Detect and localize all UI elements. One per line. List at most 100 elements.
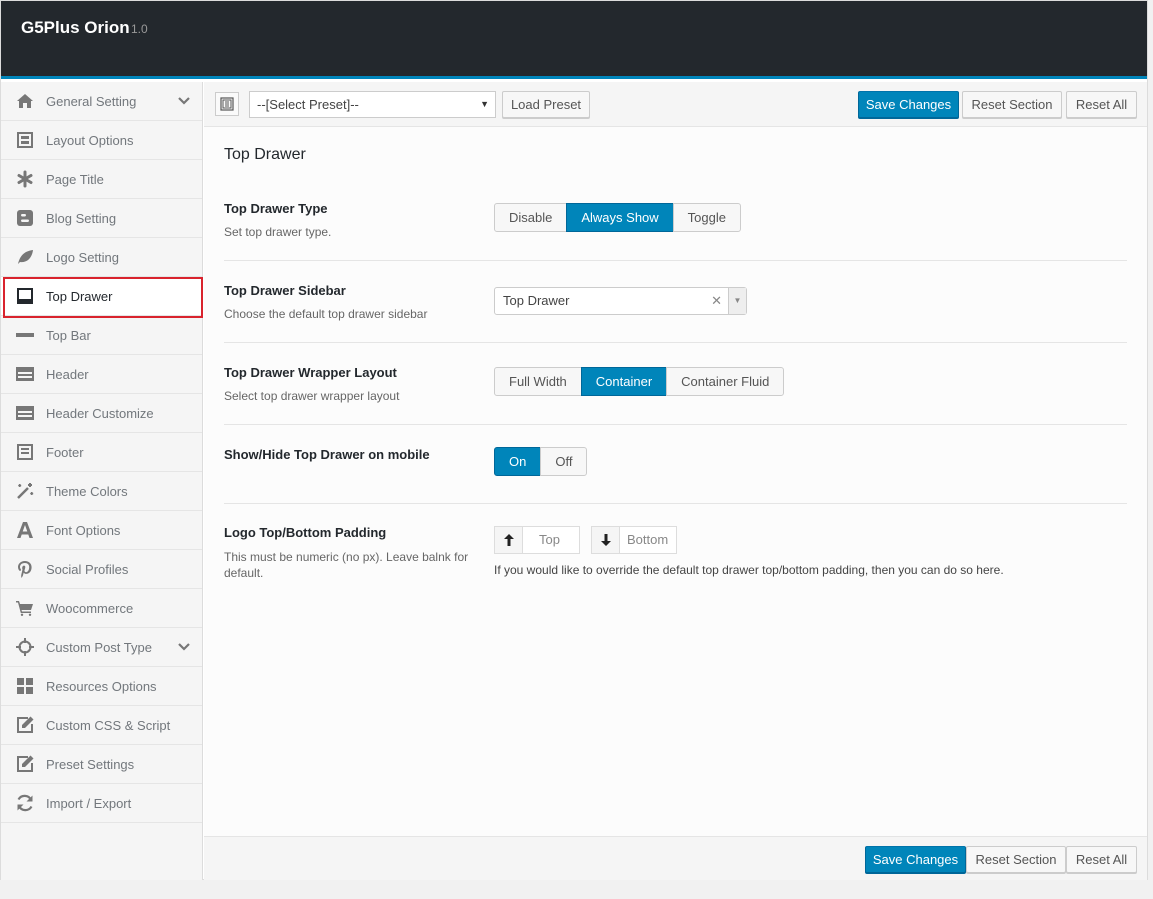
field-description: This must be numeric (no px). Leave baln… — [224, 550, 469, 580]
edit-icon — [15, 715, 35, 735]
minus-icon — [15, 325, 35, 345]
field-top-drawer-sidebar: Top Drawer Sidebar Choose the default to… — [224, 261, 1127, 343]
reset-all-button[interactable]: Reset All — [1066, 91, 1137, 118]
field-top-drawer-type: Top Drawer Type Set top drawer type. Dis… — [224, 191, 1127, 261]
reset-section-button[interactable]: Reset Section — [962, 91, 1062, 118]
sidebar-item-custom-css-script[interactable]: Custom CSS & Script — [1, 706, 202, 745]
cart-icon — [15, 598, 35, 618]
option-container[interactable]: Container — [580, 367, 668, 396]
sidebar-item-general-setting[interactable]: General Setting — [1, 82, 202, 121]
sidebar-item-label: Top Drawer — [46, 288, 113, 304]
sidebar-item-label: Page Title — [46, 171, 104, 187]
sidebar-item-top-bar[interactable]: Top Bar — [1, 316, 202, 355]
load-preset-button[interactable]: Load Preset — [502, 91, 590, 118]
footer-reset-all-button[interactable]: Reset All — [1066, 846, 1137, 873]
header-icon — [15, 364, 35, 384]
preset-icon[interactable] — [215, 92, 239, 116]
sidebar-item-label: General Setting — [46, 93, 137, 109]
select-value: Top Drawer — [503, 293, 570, 308]
sidebar-item-font-options[interactable]: Font Options — [1, 511, 202, 550]
sidebar-item-label: Logo Setting — [46, 249, 120, 265]
field-label: Top Drawer Sidebar — [224, 283, 346, 298]
padding-top-input[interactable]: Top — [494, 526, 580, 554]
pinterest-icon — [15, 559, 35, 579]
arrow-down-icon — [592, 527, 620, 553]
sidebar-item-page-title[interactable]: Page Title — [1, 160, 202, 199]
sidebar-item-social-profiles[interactable]: Social Profiles — [1, 550, 202, 589]
field-description: Set top drawer type. — [224, 225, 332, 239]
field-label: Show/Hide Top Drawer on mobile — [224, 447, 430, 462]
edit-icon — [15, 754, 35, 774]
sidebar-item-header-customize[interactable]: Header Customize — [1, 394, 202, 433]
header-customize-icon — [15, 403, 35, 423]
sidebar-item-custom-post-type[interactable]: Custom Post Type — [1, 628, 202, 667]
sidebar-item-label: Top Bar — [46, 327, 91, 343]
field-label: Logo Top/Bottom Padding — [224, 525, 387, 540]
sidebar-item-label: Font Options — [46, 522, 121, 538]
sidebar-item-label: Woocommerce — [46, 600, 134, 616]
sidebar-item-label: Layout Options — [46, 132, 134, 148]
option-container-fluid[interactable]: Container Fluid — [666, 367, 785, 396]
sidebar-item-label: Social Profiles — [46, 561, 129, 577]
sidebar-item-label: Custom CSS & Script — [46, 717, 171, 733]
sidebar-item-label: Preset Settings — [46, 756, 135, 772]
sidebar-item-label: Resources Options — [46, 678, 157, 694]
sidebar-item-resources-options[interactable]: Resources Options — [1, 667, 202, 706]
top-drawer-sidebar-select[interactable]: Top Drawer ✕ ▼ — [494, 287, 747, 315]
chevron-down-icon: ▼ — [480, 99, 489, 109]
sidebar-item-logo-setting[interactable]: Logo Setting — [1, 238, 202, 277]
crosshair-icon — [15, 637, 35, 657]
sidebar-item-top-drawer[interactable]: Top Drawer — [1, 277, 202, 316]
sidebar-item-blog-setting[interactable]: Blog Setting — [1, 199, 202, 238]
footer-save-changes-button[interactable]: Save Changes — [865, 846, 966, 873]
toolbar: --[Select Preset]-- ▼ Load Preset Save C… — [204, 82, 1147, 127]
footer-bar: Save Changes Reset Section Reset All — [204, 836, 1147, 880]
sidebar-item-woocommerce[interactable]: Woocommerce — [1, 589, 202, 628]
padding-bottom-input[interactable]: Bottom — [591, 526, 677, 554]
sidebar-item-label: Header Customize — [46, 405, 154, 421]
blogger-icon — [15, 208, 35, 228]
option-full-width[interactable]: Full Width — [494, 367, 582, 396]
option-off[interactable]: Off — [540, 447, 588, 476]
sidebar-item-label: Import / Export — [46, 795, 132, 811]
sidebar-item-layout-options[interactable]: Layout Options — [1, 121, 202, 160]
field-mobile-visibility: Show/Hide Top Drawer on mobile On Off — [224, 425, 1127, 504]
sidebar-item-label: Theme Colors — [46, 483, 128, 499]
preset-select[interactable]: --[Select Preset]-- ▼ — [249, 91, 496, 118]
sidebar-item-label: Footer — [46, 444, 84, 460]
padding-bottom-placeholder: Bottom — [627, 532, 669, 547]
leaf-icon — [15, 247, 35, 267]
field-description: Select top drawer wrapper layout — [224, 389, 400, 403]
font-icon — [15, 520, 35, 540]
field-description: Choose the default top drawer sidebar — [224, 307, 428, 321]
sidebar-item-import-export[interactable]: Import / Export — [1, 784, 202, 823]
field-logo-padding: Logo Top/Bottom Padding This must be num… — [224, 504, 1127, 604]
sidebar-item-footer[interactable]: Footer — [1, 433, 202, 472]
top-drawer-icon — [15, 286, 35, 306]
top-drawer-type-group: Disable Always Show Toggle — [494, 203, 741, 232]
save-changes-button[interactable]: Save Changes — [858, 91, 959, 118]
sidebar-item-theme-colors[interactable]: Theme Colors — [1, 472, 202, 511]
footer-reset-section-button[interactable]: Reset Section — [966, 846, 1066, 873]
grid-icon — [15, 676, 35, 696]
arrow-up-icon — [495, 527, 523, 553]
chevron-down-icon[interactable] — [178, 93, 190, 108]
chevron-down-icon[interactable]: ▼ — [728, 288, 746, 314]
field-label: Top Drawer Type — [224, 201, 328, 216]
option-disable[interactable]: Disable — [494, 203, 568, 232]
option-toggle[interactable]: Toggle — [672, 203, 741, 232]
preset-select-value: --[Select Preset]-- — [257, 97, 359, 112]
app-version: 1.0 — [131, 22, 148, 36]
field-wrapper-layout: Top Drawer Wrapper Layout Select top dra… — [224, 343, 1127, 425]
magic-wand-icon — [15, 481, 35, 501]
section-title: Top Drawer — [224, 146, 306, 163]
sidebar-item-header[interactable]: Header — [1, 355, 202, 394]
chevron-down-icon[interactable] — [178, 639, 190, 654]
option-always-show[interactable]: Always Show — [566, 203, 674, 232]
wrapper-layout-group: Full Width Container Container Fluid — [494, 367, 785, 396]
field-label: Top Drawer Wrapper Layout — [224, 365, 397, 380]
option-on[interactable]: On — [494, 447, 542, 476]
sidebar-item-preset-settings[interactable]: Preset Settings — [1, 745, 202, 784]
home-icon — [15, 91, 35, 111]
clear-icon[interactable]: ✕ — [711, 288, 722, 314]
